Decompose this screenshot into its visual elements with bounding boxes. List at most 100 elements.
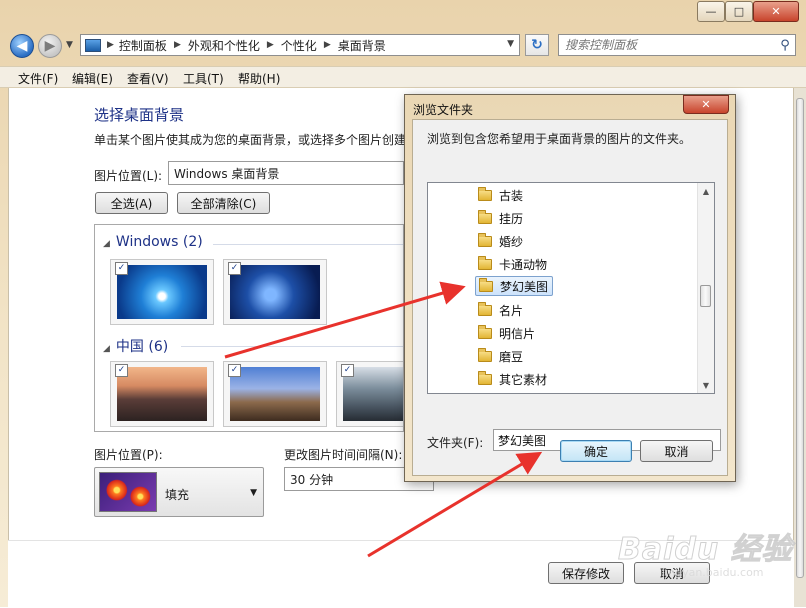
position-value: 填充 [165,488,190,502]
group-header-china[interactable]: ◢ 中国 (6) [103,336,168,356]
scroll-up-icon[interactable]: ▲ [698,183,714,199]
group-header-windows[interactable]: ◢ Windows (2) [103,234,203,250]
wallpaper-thumbnail[interactable]: ✓ [223,259,327,325]
dialog-cancel-button[interactable]: 取消 [640,440,713,462]
wallpaper-thumbnail[interactable]: ✓ [223,361,327,427]
wallpaper-checkbox[interactable]: ✓ [115,364,128,377]
minimize-button[interactable]: — [697,1,725,22]
wallpaper-checkbox[interactable]: ✓ [228,364,241,377]
dialog-body: 浏览到包含您希望用于桌面背景的图片的文件夹。 古装 挂历 婚纱 卡通动物 梦幻美… [412,119,728,476]
folder-tree[interactable]: 古装 挂历 婚纱 卡通动物 梦幻美图 名片 明信片 磨豆 其它素材 ▲ ▼ [427,182,715,394]
dialog-close-button[interactable]: ✕ [683,95,729,114]
watermark-url: jingyan.baidu.com [662,566,764,579]
wallpaper-checkbox[interactable]: ✓ [115,262,128,275]
folder-icon [478,370,492,385]
picture-position-select[interactable]: 填充 ▼ [94,467,264,517]
picture-position-label: 图片位置(P): [94,448,163,462]
folder-item[interactable]: 挂历 [478,208,527,228]
folder-icon [478,232,492,247]
menu-file[interactable]: 文件(F) [18,70,58,87]
wallpaper-image [230,367,320,421]
address-dropdown-icon[interactable]: ▼ [507,39,514,49]
folder-item[interactable]: 名片 [478,300,527,320]
forward-arrow-icon: ▶ [44,38,56,54]
folder-item[interactable]: 古装 [478,185,527,205]
refresh-icon: ↻ [531,37,543,53]
menu-view[interactable]: 查看(V) [127,70,169,87]
search-icon[interactable]: ⚲ [775,38,795,53]
title-bar: — □ ✕ [0,0,806,30]
forward-button[interactable]: ▶ [38,34,62,58]
search-box[interactable]: ⚲ [558,34,796,56]
maximize-button[interactable]: □ [725,1,753,22]
dialog-title: 浏览文件夹 [413,103,474,117]
folder-item[interactable]: 明信片 [478,323,539,343]
position-preview-image [99,472,157,512]
wallpaper-image [117,367,207,421]
select-all-button[interactable]: 全选(A) [95,192,168,214]
folder-item-selected[interactable]: 梦幻美图 [475,276,554,296]
baidu-watermark: Baidu 经验 jingyan.baidu.com [618,520,798,584]
picture-location-label: 图片位置(L): [94,169,163,183]
back-button[interactable]: ◀ [10,34,34,58]
breadcrumb-item[interactable]: 桌面背景 [338,37,386,54]
folder-icon [478,301,492,316]
address-bar[interactable]: ▶ 控制面板 ▶ 外观和个性化 ▶ 个性化 ▶ 桌面背景 ▼ [80,34,520,56]
breadcrumb-item[interactable]: 控制面板 [119,37,167,54]
scroll-down-icon[interactable]: ▼ [698,377,714,393]
folder-item[interactable]: 磨豆 [478,346,527,366]
ok-button[interactable]: 确定 [560,440,632,462]
breadcrumb-item[interactable]: 个性化 [281,37,317,54]
save-changes-button[interactable]: 保存修改 [548,562,624,584]
close-button[interactable]: ✕ [753,1,799,22]
folder-icon [478,255,492,270]
browse-folder-dialog: 浏览文件夹 ✕ 浏览到包含您希望用于桌面背景的图片的文件夹。 古装 挂历 婚纱 … [404,94,736,482]
wallpaper-thumbnail[interactable]: ✓ [110,361,214,427]
folder-icon [479,277,493,292]
navigation-bar: ◀ ▶ ▼ ▶ 控制面板 ▶ 外观和个性化 ▶ 个性化 ▶ 桌面背景 ▼ ↻ ⚲ [0,30,806,62]
folder-icon [478,209,492,224]
wallpaper-image [230,265,320,319]
chevron-right-icon: ▶ [323,40,331,50]
folder-label: 文件夹(F): [427,436,484,450]
tree-scrollbar-thumb[interactable] [700,285,711,307]
interval-label: 更改图片时间间隔(N): [284,448,403,462]
folder-icon [478,347,492,362]
dropdown-arrow-icon: ▼ [250,488,257,498]
clear-all-button[interactable]: 全部清除(C) [177,192,270,214]
wallpaper-gallery[interactable]: ◢ Windows (2) ✓ ✓ ◢ 中国 (6) ✓ ✓ ✓ [94,224,404,432]
folder-item[interactable]: 婚纱 [478,231,527,251]
wallpaper-image [117,265,207,319]
menu-help[interactable]: 帮助(H) [238,70,280,87]
dialog-description: 浏览到包含您希望用于桌面背景的图片的文件夹。 [427,132,692,146]
refresh-button[interactable]: ↻ [525,34,549,56]
chevron-right-icon: ▶ [107,40,114,50]
folder-item[interactable]: 卡通动物 [478,254,551,274]
collapse-triangle-icon[interactable]: ◢ [103,239,110,249]
group-divider [213,244,403,245]
chevron-right-icon: ▶ [173,40,181,50]
menu-tools[interactable]: 工具(T) [183,70,224,87]
wallpaper-checkbox[interactable]: ✓ [341,364,354,377]
wallpaper-checkbox[interactable]: ✓ [228,262,241,275]
breadcrumb-item[interactable]: 外观和个性化 [188,37,260,54]
group-divider [181,346,403,347]
menu-edit[interactable]: 编辑(E) [72,70,113,87]
folder-icon [478,324,492,339]
tree-scrollbar[interactable]: ▲ ▼ [697,183,714,393]
history-dropdown-icon[interactable]: ▼ [66,40,73,50]
menu-bar: 文件(F) 编辑(E) 查看(V) 工具(T) 帮助(H) [0,66,806,88]
page-subtitle: 单击某个图片使其成为您的桌面背景，或选择多个图片创建 [94,133,407,147]
scrollbar-thumb[interactable] [796,98,804,578]
folder-item[interactable]: 其它素材 [478,369,551,389]
wallpaper-thumbnail[interactable]: ✓ [110,259,214,325]
wallpaper-thumbnail[interactable]: ✓ [336,361,403,427]
watermark-brand: Baidu 经验 [618,532,793,568]
search-input[interactable] [559,37,775,53]
control-panel-icon [85,38,101,52]
picture-location-select[interactable]: Windows 桌面背景 [168,161,404,185]
back-arrow-icon: ◀ [16,38,28,54]
folder-icon [478,186,492,201]
chevron-right-icon: ▶ [266,40,274,50]
collapse-triangle-icon[interactable]: ◢ [103,344,110,354]
